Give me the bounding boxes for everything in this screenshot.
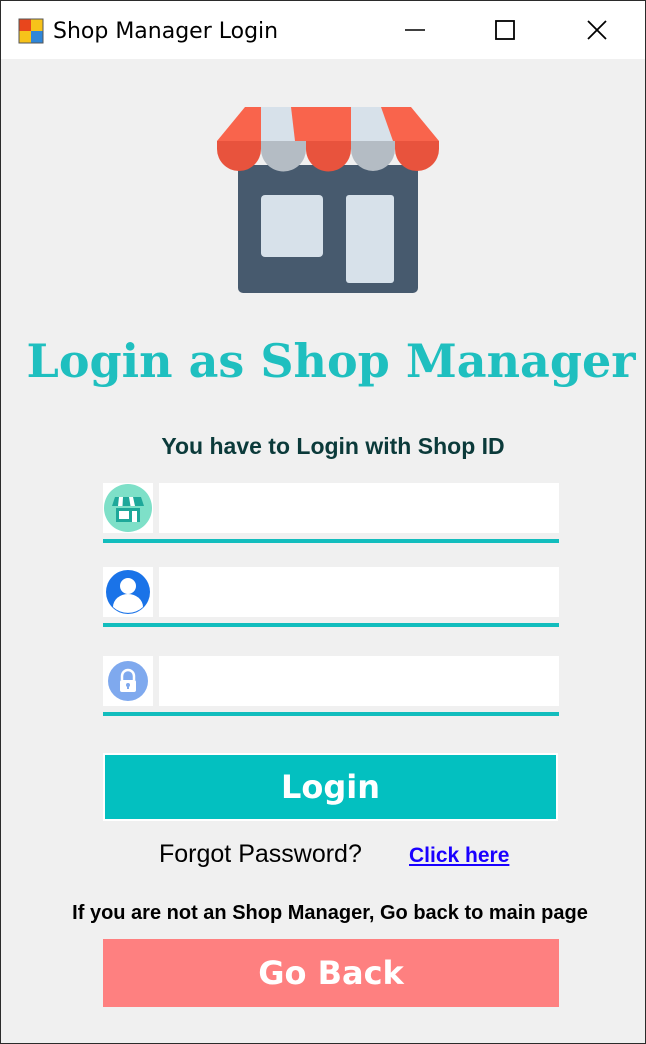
shop-icon — [104, 484, 152, 532]
close-icon — [587, 20, 607, 40]
username-icon-box — [103, 567, 153, 617]
password-field — [103, 656, 559, 718]
close-button[interactable] — [551, 1, 643, 59]
window-title: Shop Manager Login — [53, 19, 279, 44]
username-input[interactable] — [159, 567, 559, 617]
go-back-notice: If you are not an Shop Manager, Go back … — [72, 902, 588, 924]
password-icon-box — [103, 656, 153, 706]
shop-id-icon-box — [103, 483, 153, 533]
title-bar[interactable]: Shop Manager Login — [1, 1, 645, 59]
shop-storefront-icon — [217, 107, 439, 293]
maximize-button[interactable] — [459, 1, 551, 59]
app-icon — [18, 18, 44, 44]
go-back-button[interactable]: Go Back — [103, 939, 559, 1007]
forgot-password-label: Forgot Password? — [159, 840, 362, 868]
shop-id-field — [103, 483, 559, 545]
minimize-button[interactable] — [369, 1, 461, 59]
minimize-icon — [405, 29, 425, 31]
password-input[interactable] — [159, 656, 559, 706]
username-underline — [103, 623, 559, 627]
password-underline — [103, 712, 559, 716]
login-window: Shop Manager Login Login as Shop Manager… — [0, 0, 646, 1044]
page-subtitle: You have to Login with Shop ID — [161, 433, 505, 459]
shop-id-input[interactable] — [159, 483, 559, 533]
forgot-password-link[interactable]: Click here — [409, 840, 509, 872]
user-icon — [106, 570, 150, 614]
maximize-icon — [495, 20, 515, 40]
shop-id-underline — [103, 539, 559, 543]
page-title: Login as Shop Manager — [26, 334, 636, 388]
username-field — [103, 567, 559, 629]
login-button[interactable]: Login — [103, 753, 558, 821]
forgot-password-row: Forgot Password? Click here — [1, 836, 645, 876]
lock-icon — [108, 661, 148, 701]
